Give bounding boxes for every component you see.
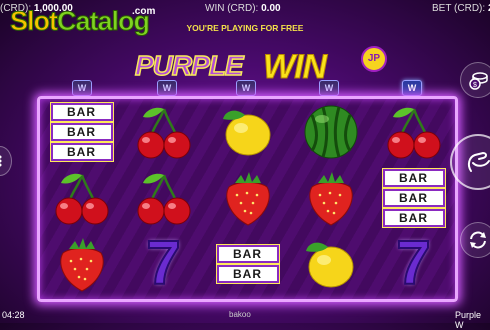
reel-3: BAR BAR	[208, 99, 287, 299]
watermelon-icon	[304, 105, 357, 159]
bar-stack-3: BAR BAR BAR	[50, 103, 113, 161]
bar-label: BAR	[50, 143, 113, 161]
reel-3-row-1-lemon	[208, 99, 287, 165]
reel-1-row-3-strawberry	[42, 231, 121, 297]
reel-2-row-2-cherry	[124, 165, 203, 231]
bar-label: BAR	[382, 189, 445, 207]
cherry-icon	[387, 107, 440, 159]
reel-5-row-3-seven: 7	[374, 231, 453, 297]
reel-4-row-1-watermelon	[291, 99, 370, 165]
logo-jp-badge: JP	[361, 46, 387, 72]
reel-5-row-2-bar3: BAR BAR BAR	[374, 165, 453, 231]
wild-badge-reel-3: W	[236, 80, 256, 96]
refresh-icon	[470, 231, 486, 249]
win-label: WIN (CRD):	[205, 3, 259, 14]
logo-purple: PURPLE	[134, 49, 244, 82]
seven-symbol: 7	[145, 229, 182, 298]
bar-label: BAR	[50, 123, 113, 141]
reel-5: BAR BAR BAR 7	[374, 99, 453, 299]
menu-icon	[0, 155, 2, 167]
win-display: WIN (CRD): 0.00	[205, 3, 281, 14]
menu-button[interactable]	[0, 146, 12, 176]
bar-label: BAR	[216, 245, 279, 263]
bar-label: BAR	[382, 209, 445, 227]
reel-1-row-1-bar3: BAR BAR BAR	[42, 99, 121, 165]
reel-1: BAR BAR BAR	[42, 99, 121, 299]
cherry-icon	[137, 173, 190, 225]
spin-hand-icon	[467, 151, 490, 172]
bar-label: BAR	[216, 265, 279, 283]
bar-label: BAR	[50, 103, 113, 121]
autoplay-button[interactable]	[460, 222, 490, 258]
bar-stack-3: BAR BAR BAR	[382, 169, 445, 227]
reel-4-row-2-strawberry	[291, 165, 370, 231]
seven-symbol: 7	[395, 229, 432, 298]
bet-display: BET (CRD): 2	[432, 3, 490, 14]
wild-badge-reel-1: W	[72, 80, 92, 96]
cherry-icon	[55, 173, 108, 225]
wild-badge-reel-2: W	[157, 80, 177, 96]
provider-logo: bakoo	[229, 310, 251, 319]
coins-icon: $	[469, 72, 488, 90]
game-name: Purple W	[455, 310, 482, 330]
watermark-com: .com	[132, 6, 156, 17]
reel-grid: BAR BAR BAR 7 BAR BAR BAR BAR BAR 7	[37, 96, 458, 302]
strawberry-icon	[59, 238, 104, 292]
bar-stack-2: BAR BAR	[216, 245, 279, 283]
free-play-notice: YOU'RE PLAYING FOR FREE	[186, 23, 304, 33]
reel-4-row-3-lemon	[291, 231, 370, 297]
bar-label: BAR	[382, 169, 445, 187]
reel-5-row-1-cherry	[374, 99, 453, 165]
lemon-icon	[305, 242, 353, 288]
bet-label: BET (CRD):	[432, 3, 486, 14]
reel-4	[291, 99, 370, 299]
reel-2-row-1-cherry	[124, 99, 203, 165]
game-logo: PURPLE WIN JP	[134, 44, 387, 87]
logo-win: WIN	[262, 48, 327, 87]
win-value: 0.00	[261, 3, 281, 14]
wild-badge-reel-4: W	[319, 80, 339, 96]
strawberry-icon	[225, 172, 270, 226]
lemon-icon	[222, 110, 270, 156]
strawberry-icon	[308, 172, 353, 226]
clock: 04:28	[2, 310, 25, 320]
cherry-icon	[137, 107, 190, 159]
bet-button[interactable]: $	[460, 62, 490, 98]
wild-badge-reel-5: W	[402, 80, 422, 96]
reel-2: 7	[124, 99, 203, 299]
reel-2-row-3-seven: 7	[124, 231, 203, 297]
svg-text:$: $	[473, 82, 477, 89]
reel-3-row-2-strawberry	[208, 165, 287, 231]
reel-3-row-3-bar2: BAR BAR	[208, 231, 287, 297]
reel-1-row-2-cherry	[42, 165, 121, 231]
